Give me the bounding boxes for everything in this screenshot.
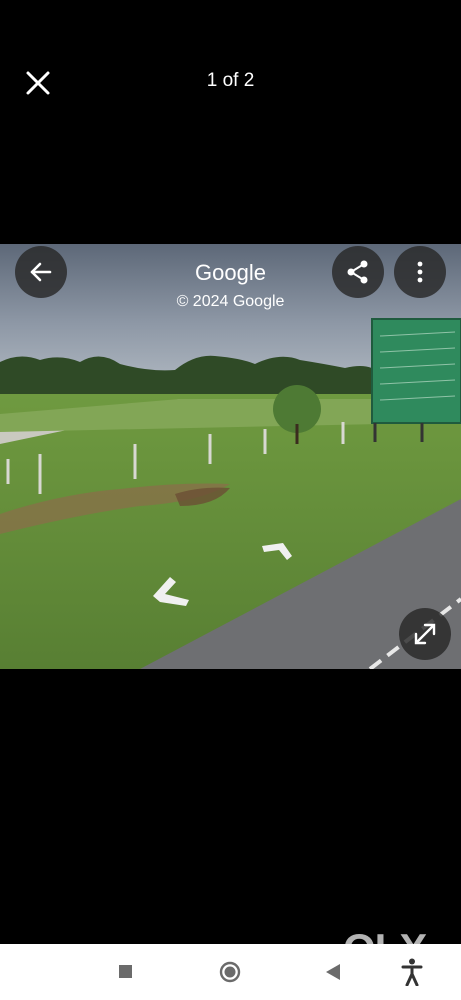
more-vert-icon — [417, 261, 423, 283]
image-counter: 1 of 2 — [206, 70, 255, 91]
system-nav-bar — [0, 944, 461, 1000]
copyright-text: © 2024 Google — [176, 293, 285, 310]
accessibility-icon — [401, 958, 423, 987]
nav-back-button[interactable] — [325, 963, 341, 986]
recents-button[interactable] — [118, 964, 133, 984]
share-button[interactable] — [332, 246, 384, 298]
square-icon — [119, 965, 132, 978]
circle-icon — [219, 961, 241, 983]
triangle-back-icon — [326, 964, 340, 980]
share-icon — [347, 260, 368, 284]
more-options-button[interactable] — [394, 246, 446, 298]
expand-icon — [414, 623, 436, 645]
street-view-image[interactable]: Google © 2024 Google — [0, 244, 461, 669]
home-button[interactable] — [219, 961, 241, 988]
expand-button[interactable] — [399, 608, 451, 660]
accessibility-button[interactable] — [401, 958, 423, 991]
google-brand: Google — [195, 260, 266, 285]
viewer-top-bar: 1 of 2 — [0, 0, 461, 165]
